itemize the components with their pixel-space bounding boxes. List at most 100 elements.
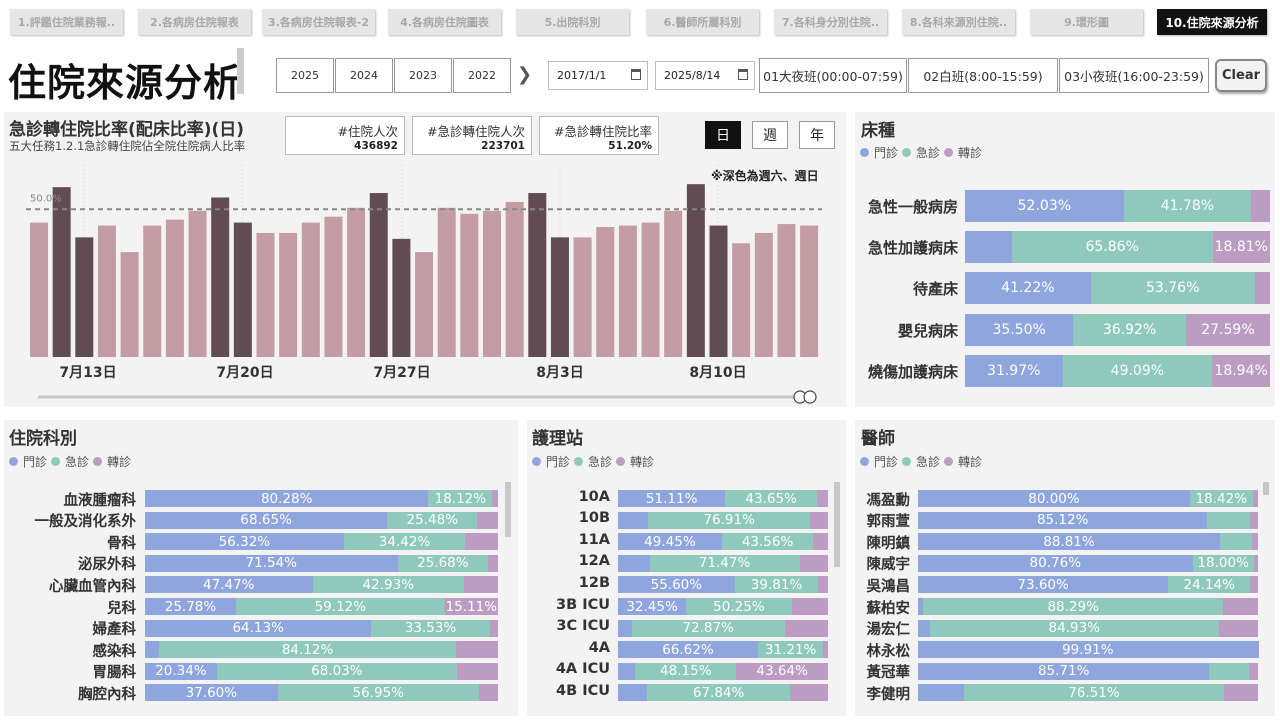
bar[interactable] <box>120 252 139 357</box>
stacked-bar[interactable]: 80.76% 18.00% <box>918 554 1258 572</box>
clear-button[interactable]: Clear <box>1215 59 1267 92</box>
bar[interactable] <box>573 237 592 357</box>
stacked-bar[interactable]: 80.28% 18.12% <box>145 490 498 507</box>
granularity-week-button[interactable]: 週 <box>752 121 788 149</box>
bar[interactable] <box>505 201 524 357</box>
tab-10[interactable]: 10.住院來源分析 <box>1157 9 1267 35</box>
bar[interactable] <box>596 227 615 357</box>
bar[interactable] <box>777 224 796 357</box>
stacked-bar[interactable]: 48.15% 43.64% <box>618 662 828 680</box>
bar[interactable] <box>211 197 230 357</box>
stacked-bar[interactable]: 52.03% 41.78% <box>965 190 1270 222</box>
tab-9[interactable]: 9.環形圖 <box>1030 9 1143 35</box>
bar[interactable] <box>52 187 71 357</box>
stacked-bar[interactable]: 31.97% 49.09% 18.94% <box>965 354 1270 387</box>
bar[interactable] <box>324 216 343 357</box>
slider-handle-right[interactable] <box>803 390 817 404</box>
stacked-bar[interactable]: 41.22% 53.76% <box>965 272 1270 305</box>
stacked-bar[interactable]: 73.60% 24.14% <box>918 576 1258 594</box>
bar[interactable] <box>732 243 751 357</box>
tab-5[interactable]: 5.出院科別 <box>516 9 629 35</box>
bar[interactable] <box>800 225 819 357</box>
bar[interactable] <box>641 222 660 357</box>
stacked-bar[interactable]: 71.47% <box>618 554 828 572</box>
stacked-bar[interactable]: 37.60% 56.95% <box>145 684 498 702</box>
stacked-bar[interactable]: 85.71% <box>918 662 1258 680</box>
stacked-bar[interactable]: 76.51% <box>918 684 1258 702</box>
shift-button-day[interactable]: 02白班(8:00-15:59) <box>908 58 1058 93</box>
chevron-right-icon[interactable]: ❯ <box>517 64 532 85</box>
stacked-bar[interactable]: 55.60% 39.81% <box>618 576 828 594</box>
stacked-bar[interactable]: 65.86% 18.81% <box>965 231 1270 264</box>
stacked-bar[interactable]: 88.29% <box>918 598 1258 615</box>
bar[interactable] <box>279 232 298 357</box>
stacked-bar[interactable]: 99.91% <box>918 641 1258 659</box>
bar[interactable] <box>483 210 501 357</box>
stacked-bar[interactable]: 35.50% 36.92% 27.59% <box>965 313 1270 346</box>
bar[interactable] <box>233 222 252 357</box>
bar[interactable] <box>664 210 683 357</box>
tab-6[interactable]: 6.醫師所屬科別 <box>646 9 759 35</box>
tab-7[interactable]: 7.各科身分別住院.. <box>774 9 887 35</box>
bar[interactable] <box>256 232 275 357</box>
date-from-field[interactable]: 2017/1/1 <box>548 61 648 90</box>
bar[interactable] <box>618 225 637 357</box>
calendar-icon[interactable] <box>738 69 748 80</box>
stacked-bar[interactable]: 84.93% <box>918 619 1258 637</box>
bar[interactable] <box>437 207 456 357</box>
tab-3[interactable]: 3.各病房住院報表-2 <box>262 9 375 35</box>
stacked-bar[interactable]: 64.13% 33.53% <box>145 619 498 637</box>
bar[interactable] <box>528 193 547 357</box>
granularity-year-button[interactable]: 年 <box>799 121 835 149</box>
stacked-bar[interactable]: 76.91% <box>618 511 828 529</box>
bar[interactable] <box>550 237 569 357</box>
stacked-bar[interactable]: 51.11% 43.65% <box>618 490 828 507</box>
bar[interactable] <box>709 225 728 357</box>
stacked-bar[interactable]: 67.84% <box>618 684 828 702</box>
tab-4[interactable]: 4.各病房住院圖表 <box>388 9 501 35</box>
segment-outpatient: 35.50% <box>965 313 1074 346</box>
stacked-bar[interactable]: 84.12% <box>145 641 498 659</box>
stacked-bar[interactable]: 80.00% 18.42% <box>918 490 1258 507</box>
stacked-bar[interactable]: 88.81% <box>918 533 1258 551</box>
bar[interactable] <box>347 207 366 357</box>
bar[interactable] <box>415 252 434 357</box>
bar[interactable] <box>369 193 388 357</box>
stacked-bar[interactable]: 85.12% <box>918 511 1258 529</box>
stacked-bar[interactable]: 49.45% 43.56% <box>618 533 828 551</box>
bar[interactable] <box>754 232 773 357</box>
stacked-bar[interactable]: 72.87% <box>618 619 828 637</box>
tab-8[interactable]: 8.各科來源別住院.. <box>902 9 1015 35</box>
stacked-bar[interactable]: 56.32% 34.42% <box>145 533 498 551</box>
tab-2[interactable]: 2.各病房住院報表 <box>138 9 251 35</box>
shift-button-evening[interactable]: 03小夜班(16:00-23:59) <box>1059 58 1209 93</box>
stacked-bar[interactable]: 32.45% 50.25% <box>618 598 828 615</box>
stacked-bar[interactable]: 25.78% 59.12% 15.11% <box>145 598 498 615</box>
stacked-bar[interactable]: 71.54% 25.68% <box>145 554 498 572</box>
doctor-scrollbar[interactable] <box>1263 482 1269 495</box>
bar[interactable] <box>392 238 411 357</box>
granularity-day-button[interactable]: 日 <box>705 121 741 149</box>
stacked-bar[interactable]: 20.34% 68.03% <box>145 662 498 680</box>
bar[interactable] <box>188 210 207 357</box>
bar[interactable] <box>143 225 162 357</box>
station-scrollbar[interactable] <box>834 482 840 567</box>
bar[interactable] <box>301 222 320 357</box>
bar[interactable] <box>165 219 184 357</box>
tab-1[interactable]: 1.評鑑住院業務報.. <box>10 9 123 35</box>
year-button-2025[interactable]: 2025 <box>276 58 334 93</box>
bar[interactable] <box>460 213 479 357</box>
shift-button-night[interactable]: 01大夜班(00:00-07:59) <box>759 58 907 93</box>
year-button-2022[interactable]: 2022 <box>453 58 511 93</box>
year-button-2023[interactable]: 2023 <box>394 58 452 93</box>
bar[interactable] <box>97 225 116 357</box>
bar[interactable] <box>75 237 94 357</box>
calendar-icon[interactable] <box>631 69 641 80</box>
dept-scrollbar[interactable] <box>505 482 511 537</box>
bar[interactable] <box>30 222 48 357</box>
date-to-field[interactable]: 2025/8/14 <box>655 61 755 90</box>
stacked-bar[interactable]: 47.47% 42.93% <box>145 576 498 594</box>
stacked-bar[interactable]: 66.62% 31.21% <box>618 641 828 659</box>
year-button-2024[interactable]: 2024 <box>335 58 393 93</box>
stacked-bar[interactable]: 68.65% 25.48% <box>145 511 498 529</box>
